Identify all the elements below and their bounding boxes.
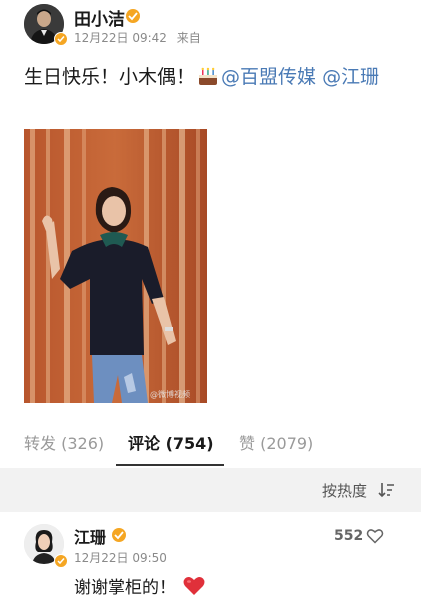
comment-like-count: 552 (334, 528, 364, 544)
comment-item: 江珊 12月22日 09:50 552 谢谢掌柜的！ (0, 512, 421, 607)
post-text: 生日快乐！小木偶！ @百盟传媒 @江珊 (24, 60, 394, 95)
red-heart-icon (183, 577, 205, 595)
comment-text: 谢谢掌柜的！ (74, 573, 206, 598)
mention-link[interactable]: @江珊 (322, 66, 379, 88)
post-header: 田小洁 12月22日 09:42 来自 (20, 4, 400, 46)
commenter-verified-badge-icon (54, 554, 68, 568)
commenter-verified-icon (112, 528, 126, 542)
sort-icon[interactable] (377, 481, 395, 503)
post-photo[interactable] (24, 129, 207, 403)
tab-likes[interactable]: 赞 (2079) (239, 430, 313, 454)
tab-reposts[interactable]: 转发 (326) (24, 430, 104, 454)
photo-watermark: @微博视频 (150, 390, 190, 399)
heart-outline-icon[interactable] (366, 528, 384, 548)
post-source: 来自 (176, 31, 201, 45)
post-date: 12月22日 09:42 (74, 31, 167, 45)
post-tabs: 转发 (326) 评论 (754) 赞 (2079) (0, 422, 421, 466)
birthday-cake-icon (197, 63, 219, 85)
tab-comments[interactable]: 评论 (754) (128, 430, 214, 454)
post-text-plain: 生日快乐！小木偶！ (24, 66, 196, 88)
commenter-name[interactable]: 江珊 (74, 524, 106, 548)
comment-text-body: 谢谢掌柜的！ (74, 578, 176, 598)
sort-bar: 按热度 (0, 468, 421, 512)
author-verified-icon (126, 9, 140, 23)
comment-date: 12月22日 09:50 (74, 551, 167, 565)
active-tab-indicator (116, 464, 224, 466)
sort-by-hot-button[interactable]: 按热度 (322, 480, 367, 501)
author-name[interactable]: 田小洁 (74, 5, 125, 30)
post-meta: 12月22日 09:42 来自 (74, 29, 201, 46)
mention-link[interactable]: @百盟传媒 (221, 66, 316, 88)
verified-badge-icon (54, 32, 68, 46)
